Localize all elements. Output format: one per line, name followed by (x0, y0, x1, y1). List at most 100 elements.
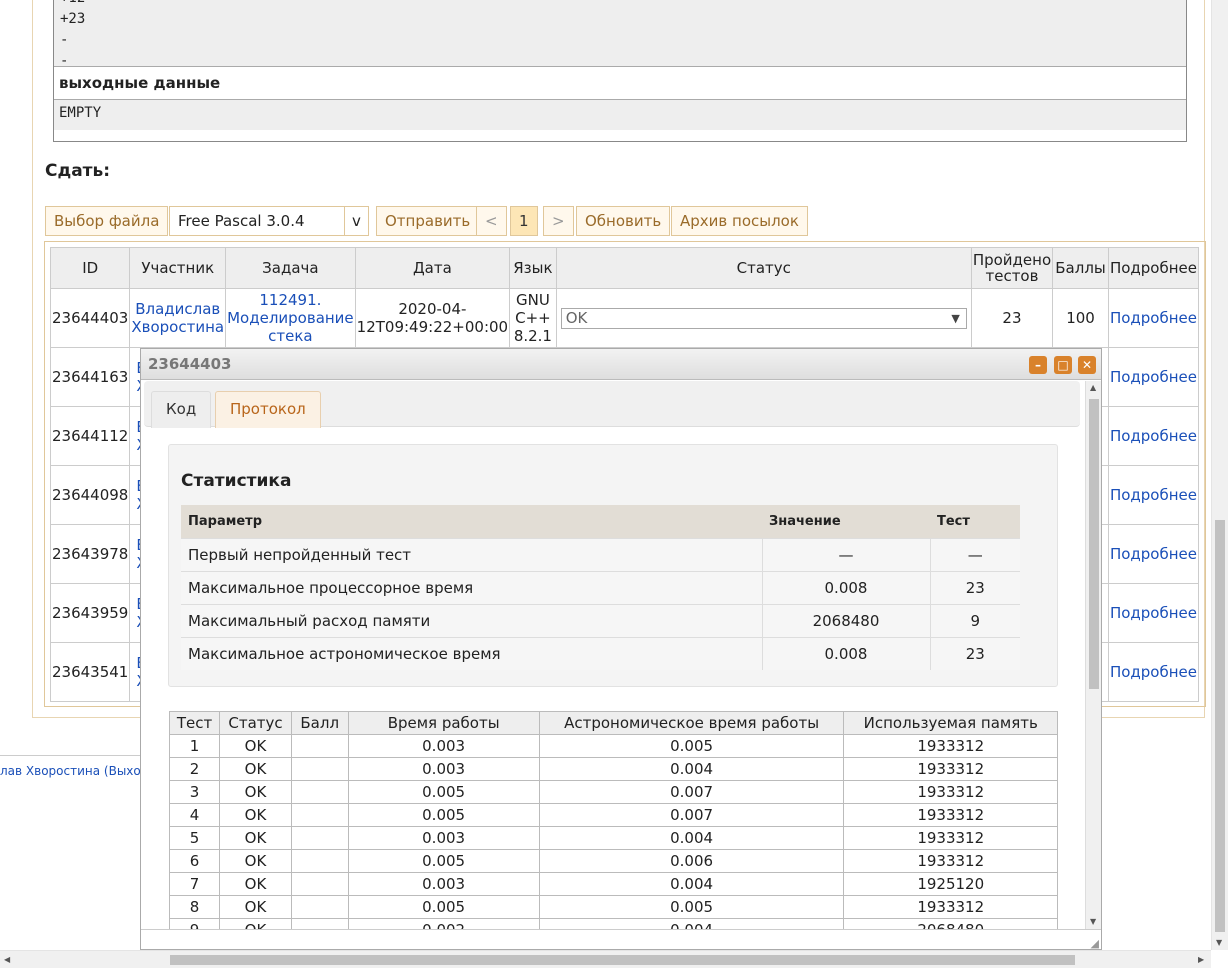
test-status: OK (219, 757, 292, 781)
tab-protocol[interactable]: Протокол (215, 391, 321, 428)
choose-file-button[interactable]: Выбор файла (45, 206, 169, 236)
sample-input-line: - (60, 32, 69, 48)
page-1-button[interactable]: 1 (510, 206, 538, 236)
tests-header-row: Тест Статус Балл Время работы Астрономич… (168, 711, 1058, 735)
test-score (290, 734, 349, 758)
details-link[interactable]: Подробнее (1107, 642, 1200, 702)
table-row: Максимальный расход памяти 2068480 9 (181, 603, 1020, 637)
maximize-icon[interactable]: □ (1054, 356, 1072, 374)
stats-value: — (761, 537, 930, 571)
run-date: 2020-04-12T09:49:22+00:00 (354, 288, 511, 348)
sample-input: +12 +23 - - (54, 0, 1186, 69)
dialog-footer-bar: ◢ (141, 929, 1101, 949)
test-num: 8 (168, 895, 221, 919)
stats-param: Максимальное астрономическое время (181, 636, 762, 670)
test-score (290, 872, 349, 896)
scroll-right-icon[interactable]: ▶ (1198, 955, 1204, 964)
test-time: 0.003 (347, 734, 540, 758)
test-num: 4 (168, 803, 221, 827)
test-status: OK (219, 895, 292, 919)
run-id: 23643541 (49, 642, 131, 702)
scroll-left-icon[interactable]: ◀ (4, 955, 10, 964)
test-status: OK (219, 826, 292, 850)
next-page-button[interactable]: > (543, 206, 574, 236)
task-link[interactable]: 112491. Моделирование стека (225, 288, 356, 348)
stats-value: 0.008 (761, 570, 930, 604)
details-link[interactable]: Подробнее (1107, 347, 1200, 407)
test-memory: 1933312 (843, 780, 1058, 804)
test-score (290, 757, 349, 781)
dialog-titlebar[interactable]: 23644403 – □ ✕ (141, 349, 1101, 380)
page-scroll-thumb[interactable] (1215, 520, 1225, 932)
test-score (290, 918, 349, 929)
details-link[interactable]: Подробнее (1107, 288, 1200, 348)
run-id: 23644163 (49, 347, 131, 407)
scroll-down-icon[interactable]: ▼ (1216, 938, 1222, 947)
col-task: Задача (225, 247, 356, 289)
test-score (290, 826, 349, 850)
test-realtime: 0.007 (538, 803, 845, 827)
table-row: 6 OK 0.005 0.006 1933312 (168, 849, 1058, 873)
col-passed: Пройдено тестов (970, 247, 1054, 289)
dialog-scrollbar[interactable]: ▲ ▼ (1085, 381, 1101, 929)
test-realtime: 0.005 (538, 734, 845, 758)
run-id: 23644112 (49, 406, 131, 466)
details-link[interactable]: Подробнее (1107, 465, 1200, 525)
test-realtime: 0.005 (538, 895, 845, 919)
page-scrollbar[interactable]: ▼ (1211, 0, 1228, 950)
stats-param: Максимальный расход памяти (181, 603, 762, 637)
status-select[interactable]: OK ▼ (560, 307, 967, 329)
test-num: 6 (168, 849, 221, 873)
language-value: Free Pascal 3.0.4 (178, 212, 305, 230)
test-memory: 2068480 (843, 918, 1058, 929)
dialog-scroll-thumb[interactable] (1089, 399, 1099, 689)
page-horizontal-scrollbar[interactable]: ◀ ▶ (0, 950, 1211, 968)
archive-button[interactable]: Архив посылок (671, 206, 808, 236)
chevron-down-icon[interactable]: v (344, 207, 368, 235)
dialog-body: Код Протокол Статистика Параметр Значени… (141, 381, 1085, 929)
output-value: EMPTY (54, 100, 1186, 130)
participant-link[interactable]: Владислав Хворостина (129, 288, 227, 348)
sample-input-line: +12 (60, 0, 1180, 9)
test-realtime: 0.004 (538, 826, 845, 850)
footer-divider (0, 755, 145, 756)
footer-user-link[interactable]: лав Хворостина (Выход) (0, 764, 154, 778)
details-link[interactable]: Подробнее (1107, 583, 1200, 643)
tab-bar: Код Протокол (144, 381, 1080, 428)
test-time: 0.005 (347, 895, 540, 919)
table-row: 9OK 0.0020.0042068480 (168, 918, 1058, 929)
test-realtime: 0.004 (538, 872, 845, 896)
tests-col-status: Статус (219, 711, 292, 735)
protocol-dialog: 23644403 – □ ✕ Код Протокол Статистика П… (140, 348, 1102, 950)
table-row: 1 OK 0.003 0.005 1933312 (168, 734, 1058, 758)
scroll-up-icon[interactable]: ▲ (1090, 383, 1096, 392)
refresh-button[interactable]: Обновить (576, 206, 671, 236)
resize-grip-icon[interactable]: ◢ (1091, 937, 1099, 949)
stats-value: 0.008 (761, 636, 930, 670)
details-link[interactable]: Подробнее (1107, 406, 1200, 466)
close-icon[interactable]: ✕ (1078, 356, 1096, 374)
details-link[interactable]: Подробнее (1107, 524, 1200, 584)
scroll-down-icon[interactable]: ▼ (1090, 917, 1096, 926)
stats-col-value: Значение (762, 505, 930, 538)
test-memory: 1925120 (843, 872, 1058, 896)
test-num: 9 (168, 918, 221, 929)
test-score (290, 849, 349, 873)
test-status: OK (219, 803, 292, 827)
test-num: 5 (168, 826, 221, 850)
minimize-icon[interactable]: – (1029, 356, 1047, 374)
send-button[interactable]: Отправить (376, 206, 480, 236)
stats-test: — (929, 537, 1020, 571)
prev-page-button[interactable]: < (476, 206, 507, 236)
table-row: Максимальное астрономическое время 0.008… (181, 636, 1020, 670)
test-time: 0.003 (347, 872, 540, 896)
tab-code[interactable]: Код (151, 391, 212, 428)
stats-value: 2068480 (761, 603, 930, 637)
page-hscroll-thumb[interactable] (170, 955, 1075, 965)
table-row: 2 OK 0.003 0.004 1933312 (168, 757, 1058, 781)
test-num: 1 (168, 734, 221, 758)
test-time: 0.002 (347, 918, 540, 929)
runs-header-row: ID Участник Задача Дата Язык Статус Прой… (49, 247, 1200, 289)
stats-col-test: Тест (930, 505, 1020, 538)
language-select[interactable]: Free Pascal 3.0.4 v (169, 206, 369, 236)
